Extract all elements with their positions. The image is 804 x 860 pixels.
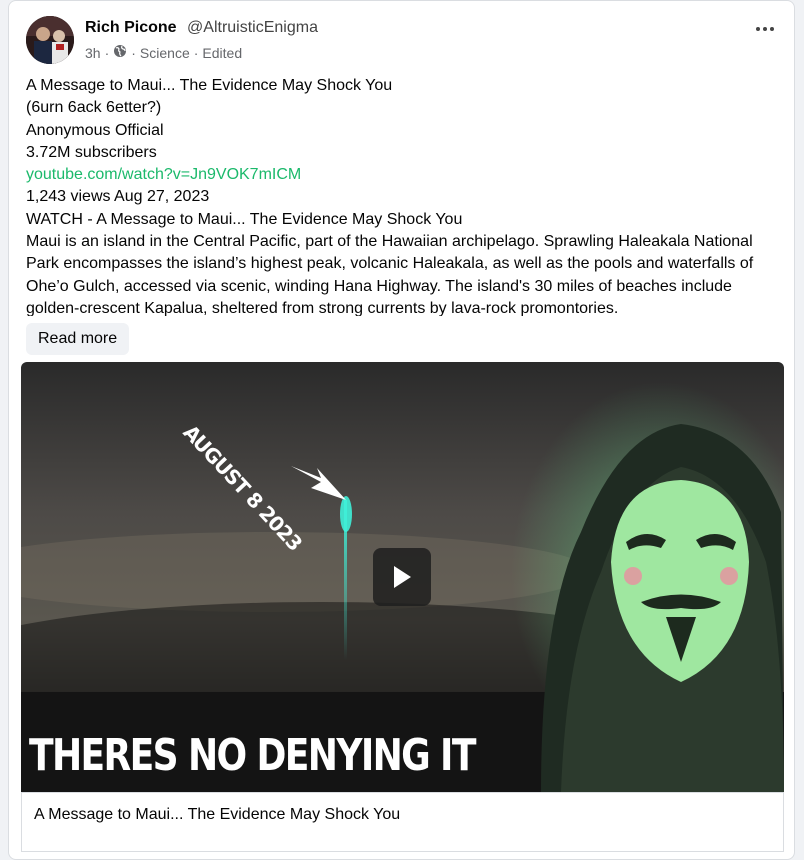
read-more-button[interactable]: Read more <box>26 323 130 355</box>
more-options-button[interactable] <box>751 19 779 39</box>
author-line: Rich Picone @AltruisticEnigma <box>85 19 318 37</box>
link-preview-title[interactable]: A Message to Maui... The Evidence May Sh… <box>34 806 400 824</box>
description: Maui is an island in the Central Pacific… <box>26 233 754 316</box>
link-preview-bar[interactable]: A Message to Maui... The Evidence May Sh… <box>21 792 784 852</box>
globe-icon <box>113 44 127 61</box>
watch-line: WATCH - A Message to Maui... The Evidenc… <box>26 210 463 228</box>
edited-label[interactable]: Edited <box>202 45 242 61</box>
meta-separator: · <box>104 44 110 61</box>
play-button[interactable] <box>373 548 431 606</box>
post-category[interactable]: Science <box>140 45 190 61</box>
author-handle[interactable]: @AltruisticEnigma <box>187 19 318 36</box>
post-header: Rich Picone @AltruisticEnigma 3h · · Sci… <box>24 14 779 66</box>
post-body: A Message to Maui... The Evidence May Sh… <box>26 75 784 316</box>
more-horizontal-icon <box>756 27 774 31</box>
post-meta: 3h · · Science · Edited <box>85 44 242 61</box>
video-thumbnail[interactable]: AUGUST 8 2023 THERES NO DENYING IT <box>21 362 784 792</box>
video-link[interactable]: youtube.com/watch?v=Jn9VOK7mICM <box>26 164 784 186</box>
meta-separator: · <box>131 44 136 61</box>
body-line: A Message to Maui... The Evidence May Sh… <box>26 77 393 94</box>
post-card: Rich Picone @AltruisticEnigma 3h · · Sci… <box>8 0 795 860</box>
post-time[interactable]: 3h <box>85 45 101 61</box>
body-line: 3.72M subscribers <box>26 143 157 161</box>
views-line: 1,243 views Aug 27, 2023 <box>26 188 210 206</box>
body-line: (6urn 6ack 6etter?) <box>26 99 162 117</box>
body-line: Anonymous Official <box>26 121 164 139</box>
meta-separator: · <box>193 44 199 61</box>
thumbnail-caption: THERES NO DENYING IT <box>29 730 476 781</box>
author-name[interactable]: Rich Picone <box>85 19 177 36</box>
play-icon <box>394 566 411 588</box>
avatar[interactable] <box>26 16 74 64</box>
